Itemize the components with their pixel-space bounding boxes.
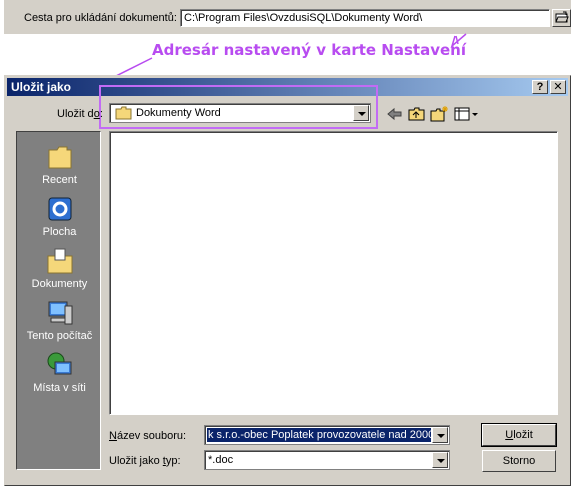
place-computer[interactable]: Tento počítač [17,298,102,342]
network-icon [47,352,71,375]
chevron-down-icon[interactable] [353,105,369,121]
computer-icon [48,301,72,325]
filetype-label: Uložit jako typ: [109,455,181,467]
file-list[interactable] [109,131,558,415]
desktop-icon [48,197,71,221]
close-button[interactable]: ✕ [550,80,566,94]
place-recent[interactable]: Recent [17,142,102,186]
filetype-select[interactable]: *.doc [204,450,450,470]
back-arrow-icon[interactable] [385,105,405,123]
place-documents[interactable]: Dokumenty [17,246,102,290]
dialog-title: Uložit jako [11,80,72,94]
save-in-combo[interactable]: Dokumenty Word [109,103,371,123]
cancel-button[interactable]: Storno [482,450,556,472]
filename-label: Název souboru: [109,430,187,442]
new-folder-icon[interactable] [429,105,449,123]
place-network[interactable]: Místa v síti [17,350,102,394]
document-path-input[interactable]: C:\Program Files\OvzdusiSQL\Dokumenty Wo… [180,9,550,27]
filetype-value: *.doc [208,454,234,466]
documents-icon [47,248,72,274]
filename-value: k s.r.o.-obec Poplatek provozovatele nad… [207,428,431,442]
places-bar: Recent Plocha Dokumenty Tento počítač Mí… [16,131,101,470]
place-label: Dokumenty [31,278,88,290]
open-folder-icon [555,11,569,23]
recent-icon [48,146,71,169]
save-in-value: Dokumenty Word [136,107,221,119]
browse-folder-button[interactable] [552,9,571,27]
up-folder-icon[interactable] [407,105,427,123]
settings-panel: Cesta pro ukládání dokumentů: C:\Program… [4,0,571,34]
filename-input[interactable]: k s.r.o.-obec Poplatek provozovatele nad… [204,425,450,445]
place-label: Plocha [42,226,77,238]
place-label: Místa v síti [33,382,86,394]
view-menu-icon[interactable] [453,105,479,123]
place-label: Tento počítač [26,330,93,342]
chevron-down-icon[interactable] [432,452,448,468]
save-button[interactable]: Uložit [481,423,557,447]
path-label: Cesta pro ukládání dokumentů: [24,12,177,24]
help-button[interactable]: ? [532,80,548,94]
save-in-label: Uložit do: [57,108,103,120]
save-as-dialog: Uložit jako ? ✕ Uložit do: Dokumenty Wor… [4,75,571,486]
folder-icon [115,106,132,120]
chevron-down-icon[interactable] [432,427,448,443]
place-desktop[interactable]: Plocha [17,194,102,238]
annotation-text: Adresár nastavený v karte Nastavení [152,41,466,59]
place-label: Recent [42,174,77,186]
